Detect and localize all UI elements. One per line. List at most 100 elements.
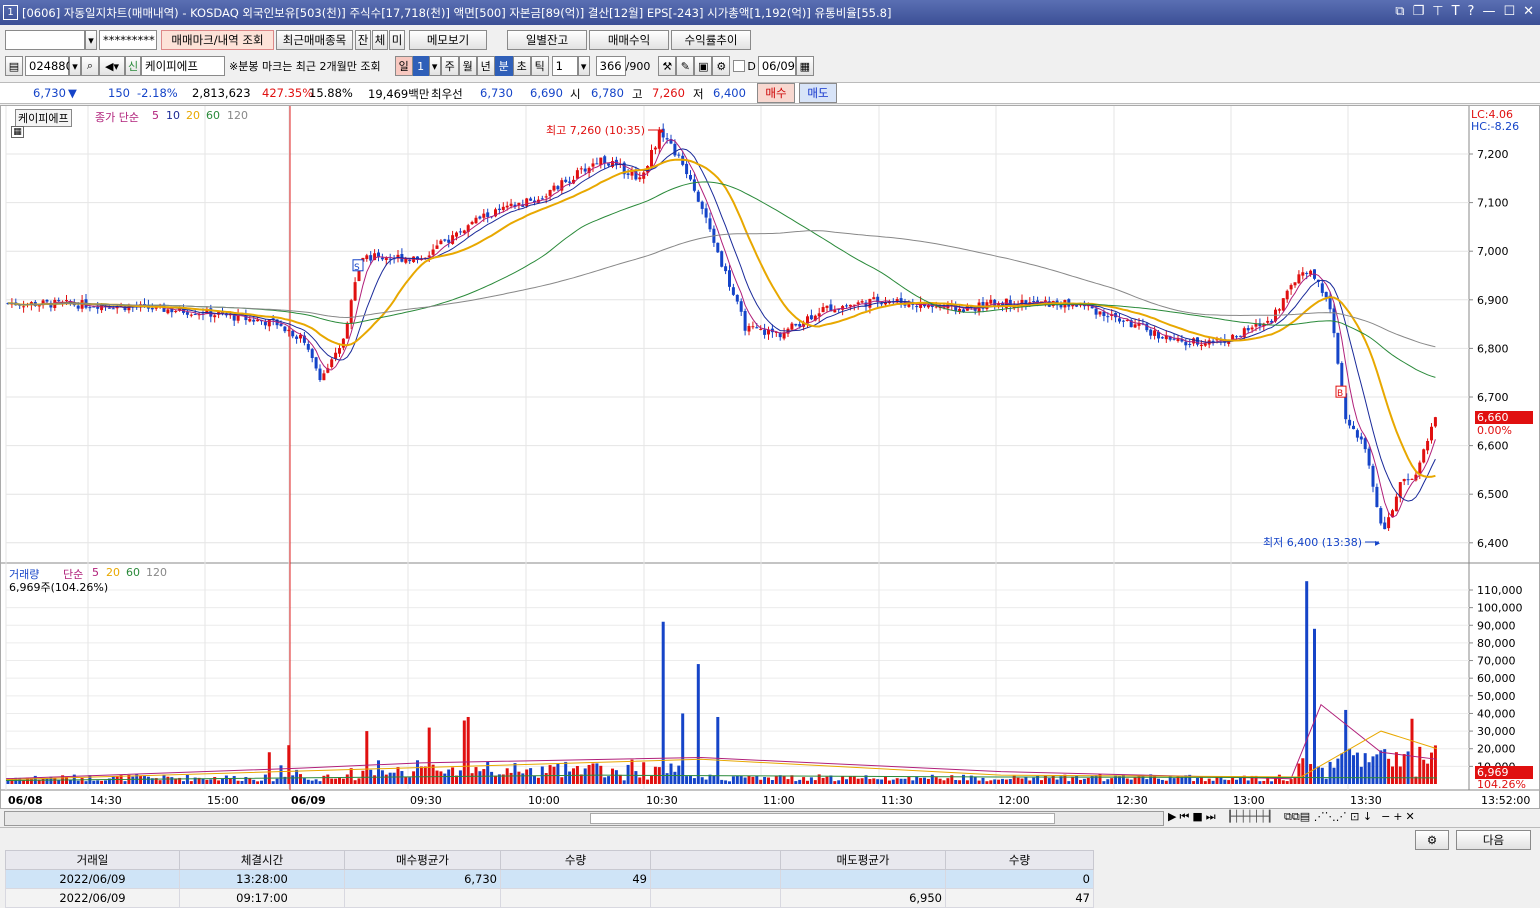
memo-view-button[interactable]: 메모보기 xyxy=(409,30,487,50)
close-icon[interactable]: ✕ xyxy=(1523,4,1534,19)
save-icon[interactable]: ▣ xyxy=(694,56,713,76)
table-row[interactable]: 2022/06/09 13:28:00 6,730 49 0 xyxy=(5,869,1094,889)
executed-button[interactable]: 체 xyxy=(372,30,388,50)
account-dropdown-icon[interactable]: ▾ xyxy=(85,30,97,50)
search-icon[interactable]: ⌕ xyxy=(81,56,99,76)
candle-body xyxy=(1371,465,1375,487)
code-dropdown-icon[interactable]: ▾ xyxy=(69,56,81,76)
time-label: 09:30 xyxy=(410,794,442,807)
sell-button[interactable]: 매도 xyxy=(799,83,837,103)
period-minute[interactable]: 분 xyxy=(494,56,513,76)
candle-body xyxy=(1383,522,1387,530)
volume-bar xyxy=(607,776,611,784)
volume-bar xyxy=(1235,779,1238,784)
play-icon[interactable]: ▶ xyxy=(1168,810,1176,824)
gear-icon[interactable]: ⚙ xyxy=(712,56,731,76)
price-tick-label: 6,700 xyxy=(1477,391,1509,404)
chart-type-icon[interactable]: ▤ xyxy=(5,56,23,76)
trade-profit-button[interactable]: 매매수익 xyxy=(589,30,669,50)
daily-balance-button[interactable]: 일별잔고 xyxy=(507,30,587,50)
candle-body xyxy=(451,235,455,244)
candlestick-chart[interactable]: 7,200 7,100 7,000 6,900 6,800 6,700 6,600 6,500… xyxy=(1,106,1539,808)
volume-bar xyxy=(1309,764,1313,784)
candle-body xyxy=(1211,340,1215,342)
candle-body xyxy=(439,240,443,245)
interval-input[interactable]: 1 xyxy=(551,56,578,76)
minimize-icon[interactable]: — xyxy=(1482,4,1495,19)
period-day-count[interactable]: 1 xyxy=(412,56,429,76)
font-icon[interactable]: T xyxy=(1452,4,1460,19)
count-input[interactable]: 366 xyxy=(595,56,626,76)
sound-icon[interactable]: ◀▾ xyxy=(99,56,125,76)
speed-slider[interactable]: ┠┼┼┼┼┼┨ xyxy=(1227,810,1273,824)
volume-bar xyxy=(1422,759,1426,784)
candle-body xyxy=(899,298,903,304)
volume-bar xyxy=(392,772,396,784)
help-icon[interactable]: ? xyxy=(1468,4,1475,19)
scrollbar-thumb[interactable] xyxy=(590,813,1055,824)
volume-bar xyxy=(509,772,513,784)
buy-button[interactable]: 매수 xyxy=(757,83,795,103)
zoom-out-icon[interactable]: − xyxy=(1381,810,1390,824)
candle-body xyxy=(700,201,704,209)
period-year[interactable]: 년 xyxy=(476,56,495,76)
period-day[interactable]: 일 xyxy=(394,56,413,76)
tool-icon[interactable]: ⚒ xyxy=(658,56,677,76)
volume-bar xyxy=(1196,778,1199,784)
recent-trades-button[interactable]: 최근매매종목 xyxy=(276,30,353,50)
volume-bar xyxy=(809,777,813,784)
table-settings-icon[interactable]: ⚙ xyxy=(1415,830,1449,850)
volume-bar xyxy=(1297,763,1301,784)
pin-icon[interactable]: ⊤ xyxy=(1432,4,1443,19)
link-icon[interactable]: ⧉ xyxy=(1395,4,1404,19)
candle-body xyxy=(1375,486,1379,507)
date-checkbox[interactable] xyxy=(733,60,746,72)
draw-icon[interactable]: ✎ xyxy=(676,56,695,76)
copy-icon[interactable]: ❐ xyxy=(1413,4,1425,19)
volume-bar xyxy=(1110,778,1114,784)
candle-body xyxy=(1359,436,1363,440)
volume-bar xyxy=(1246,780,1250,784)
volume-bar xyxy=(977,780,981,784)
next-button[interactable]: 다음 xyxy=(1456,830,1531,850)
date-input[interactable]: 06/09 xyxy=(757,56,796,76)
balance-button[interactable]: 잔 xyxy=(355,30,371,50)
maximize-icon[interactable]: ☐ xyxy=(1503,4,1515,19)
trade-mark-query-button[interactable]: 매매마크/내역 조회 xyxy=(161,30,274,50)
volume-bar xyxy=(404,777,408,784)
candle-body xyxy=(1188,343,1192,345)
unexecuted-button[interactable]: 미 xyxy=(389,30,405,50)
period-second[interactable]: 초 xyxy=(512,56,531,76)
moving-average-line xyxy=(8,139,1436,519)
candle-body xyxy=(365,255,369,260)
stop-icon[interactable]: ■ xyxy=(1192,810,1202,824)
volume-bar xyxy=(985,781,989,784)
volume-bar xyxy=(887,780,891,784)
calendar-icon[interactable]: ▦ xyxy=(795,56,814,76)
stock-code-input[interactable]: 024880 xyxy=(25,56,73,76)
period-month[interactable]: 월 xyxy=(458,56,477,76)
chart-close-icon[interactable]: ✕ xyxy=(1406,810,1415,824)
return-trend-button[interactable]: 수익률추이 xyxy=(671,30,751,50)
account-input[interactable] xyxy=(5,30,85,50)
table-row[interactable]: 2022/06/09 09:17:00 6,950 47 xyxy=(5,888,1094,908)
candle-body xyxy=(295,336,299,339)
chart-area[interactable]: 7,200 7,100 7,000 6,900 6,800 6,700 6,600 6,500… xyxy=(0,105,1540,809)
candle-body xyxy=(841,306,845,310)
period-tick[interactable]: 틱 xyxy=(530,56,549,76)
volume-bar xyxy=(451,767,455,784)
candle-body xyxy=(1281,298,1285,311)
grid-table-icon[interactable]: ▦ xyxy=(11,126,24,138)
chart-scrollbar[interactable] xyxy=(4,811,1164,826)
period-week[interactable]: 주 xyxy=(440,56,459,76)
forward-icon[interactable]: ⏭ xyxy=(1206,810,1216,824)
password-field[interactable]: ********* xyxy=(99,30,157,50)
chart-tools-icon[interactable]: ⧉⧉▤ ⋰⋱⋰ ⊡ ↓ xyxy=(1284,810,1372,824)
volume-bar xyxy=(673,771,677,784)
candle-body xyxy=(478,216,482,219)
price-ma-120: 120 xyxy=(227,109,248,122)
zoom-in-icon[interactable]: + xyxy=(1393,810,1402,824)
day-count-dropdown-icon[interactable]: ▾ xyxy=(428,56,441,76)
rewind-icon[interactable]: ⏮ xyxy=(1179,810,1189,824)
interval-dropdown-icon[interactable]: ▾ xyxy=(577,56,590,76)
